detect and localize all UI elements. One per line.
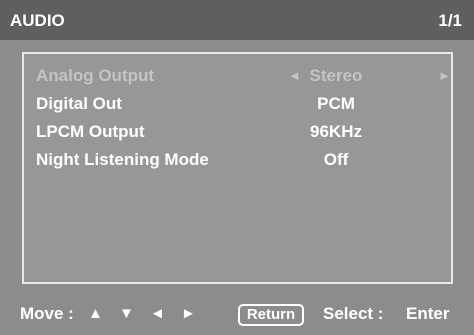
- menu-item-digital-out[interactable]: Digital Out PCM: [36, 94, 446, 118]
- navigation-arrows-icon: ▲ ▼ ◄ ►: [88, 305, 202, 322]
- move-label: Move :: [20, 304, 74, 323]
- menu-item-value: 96KHz: [310, 122, 362, 141]
- menu-item-label: Digital Out: [36, 94, 122, 113]
- title-bar: AUDIO 1/1: [0, 0, 474, 40]
- menu-item-value: Stereo: [309, 66, 363, 85]
- page-indicator: 1/1: [438, 11, 462, 30]
- menu-item-value: Off: [323, 150, 349, 169]
- menu-title: AUDIO: [10, 11, 65, 30]
- audio-setup-screen: AUDIO 1/1 Analog Output ◄ Stereo ► Digit…: [0, 0, 474, 335]
- menu-item-value: PCM: [317, 94, 355, 113]
- right-arrow-icon[interactable]: ►: [438, 68, 451, 83]
- menu-item-analog-output[interactable]: Analog Output ◄ Stereo ►: [36, 66, 451, 90]
- select-label: Select :: [323, 304, 384, 323]
- menu-item-night-listening-mode[interactable]: Night Listening Mode Off: [36, 150, 446, 174]
- help-bar: Move : ▲ ▼ ◄ ► Return Select : Enter: [0, 296, 474, 335]
- menu-item-label: Night Listening Mode: [36, 150, 209, 169]
- menu-item-label: LPCM Output: [36, 122, 145, 141]
- settings-panel: Analog Output ◄ Stereo ► Digital Out PCM…: [22, 52, 453, 284]
- return-button[interactable]: Return: [238, 304, 304, 326]
- menu-item-lpcm-output[interactable]: LPCM Output 96KHz: [36, 122, 446, 146]
- menu-item-label: Analog Output: [36, 66, 155, 85]
- enter-label: Enter: [406, 304, 450, 323]
